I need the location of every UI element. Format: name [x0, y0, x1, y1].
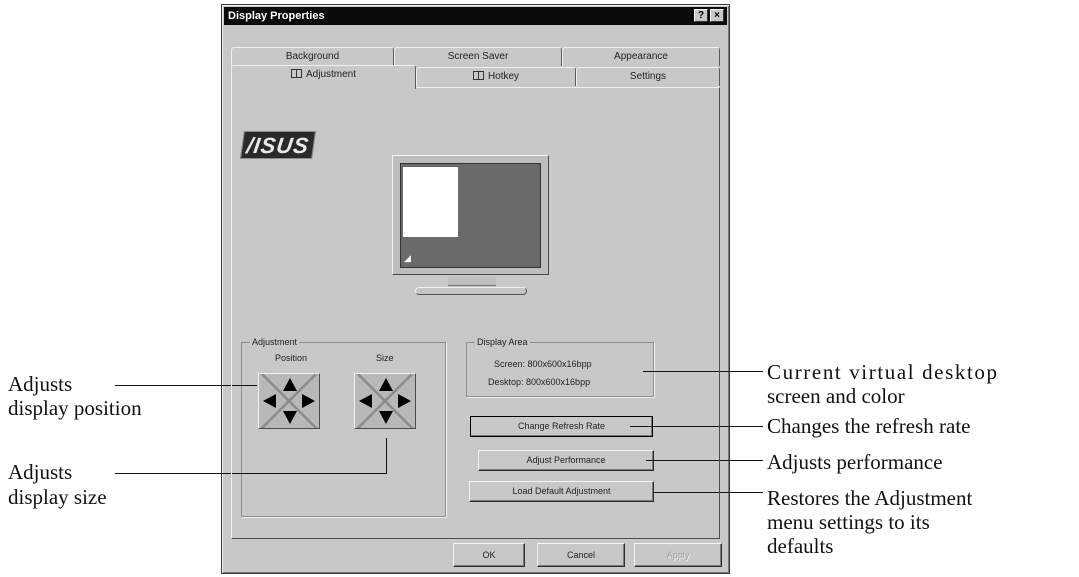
callout-virtual-line1: Current virtual desktop: [767, 360, 999, 384]
tab-label: Screen Saver: [447, 51, 509, 62]
tab-hotkey[interactable]: Hotkey: [416, 67, 576, 86]
callout-size-line1: Adjusts: [8, 460, 73, 484]
adjustment-tab-icon: [290, 69, 302, 78]
tab-background[interactable]: Background: [231, 47, 394, 66]
cancel-button[interactable]: Cancel: [537, 543, 625, 567]
dialog-title: Display Properties: [228, 10, 325, 22]
help-button[interactable]: ?: [694, 9, 708, 22]
tab-label: Settings: [629, 71, 667, 82]
tab-label: Background: [285, 51, 340, 62]
callout-virtual-line2: screen and color: [767, 384, 905, 408]
display-properties-dialog: Display Properties ? × Background Screen…: [221, 4, 730, 574]
tab-label: Adjustment: [305, 69, 357, 80]
callout-position-line1: Adjusts: [8, 372, 73, 396]
callout-performance: Adjusts performance: [767, 450, 943, 474]
tab-appearance[interactable]: Appearance: [562, 47, 720, 66]
tab-label: Appearance: [614, 51, 668, 62]
callout-restore-line1: Restores the Adjustment: [767, 486, 973, 510]
callout-position-line2: display position: [8, 396, 142, 420]
hotkey-tab-icon: [472, 71, 484, 80]
adjustment-panel: [231, 87, 720, 539]
close-button[interactable]: ×: [710, 9, 724, 22]
callout-restore-line3: defaults: [767, 534, 834, 558]
tab-screen-saver[interactable]: Screen Saver: [394, 47, 562, 66]
title-bar: Display Properties ? ×: [224, 7, 727, 25]
apply-button[interactable]: Apply: [634, 543, 722, 567]
callout-restore-line2: menu settings to its: [767, 510, 930, 534]
tab-label: Hotkey: [487, 71, 520, 82]
ok-button[interactable]: OK: [453, 543, 525, 567]
callout-refresh: Changes the refresh rate: [767, 414, 971, 438]
tab-settings[interactable]: Settings: [576, 67, 720, 86]
callout-size-line2: display size: [8, 485, 107, 509]
tab-adjustment[interactable]: Adjustment: [231, 65, 416, 89]
